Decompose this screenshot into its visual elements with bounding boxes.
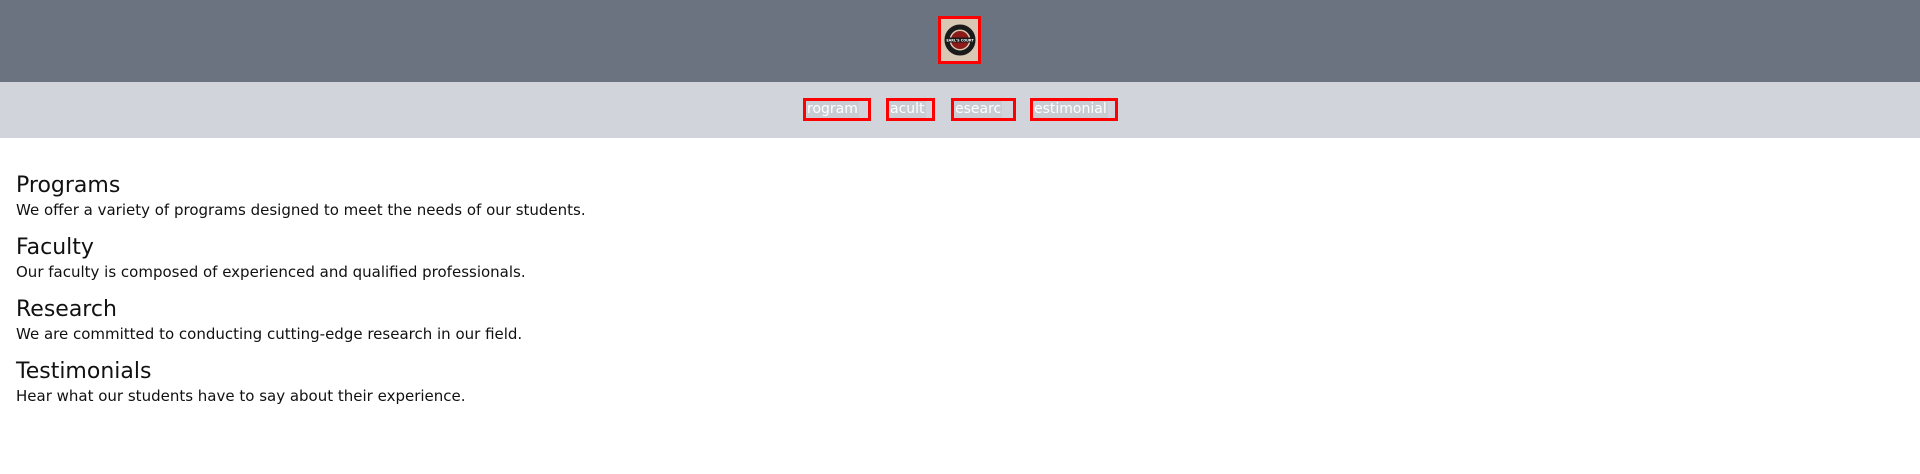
nav-link-programs[interactable]: rogram bbox=[803, 98, 871, 121]
programs-section: Programs We offer a variety of programs … bbox=[16, 172, 1904, 220]
main-content: Programs We offer a variety of programs … bbox=[0, 138, 1920, 406]
logo-text: EARL'S COURT bbox=[946, 39, 974, 43]
faculty-section: Faculty Our faculty is composed of exper… bbox=[16, 234, 1904, 282]
main-nav: rogram acult esearc estimonial bbox=[0, 82, 1920, 138]
section-title: Testimonials bbox=[16, 359, 152, 384]
section-text: Hear what our students have to say about… bbox=[16, 387, 466, 405]
nav-link-research[interactable]: esearc bbox=[951, 98, 1016, 121]
testimonials-section: Testimonials Hear what our students have… bbox=[16, 358, 1904, 406]
section-text: We are committed to conducting cutting-e… bbox=[16, 325, 523, 343]
roundel-logo-icon: EARL'S COURT bbox=[944, 24, 975, 56]
nav-link-testimonials-label: estimonial bbox=[1033, 101, 1108, 118]
nav-link-faculty[interactable]: acult bbox=[886, 98, 935, 121]
logo-link[interactable]: EARL'S COURT bbox=[938, 16, 981, 64]
section-text: We offer a variety of programs designed … bbox=[16, 201, 586, 219]
nav-link-research-label: esearc bbox=[954, 101, 1003, 118]
section-title: Faculty bbox=[16, 235, 94, 260]
nav-link-testimonials[interactable]: estimonial bbox=[1030, 98, 1118, 121]
nav-link-programs-label: rogram bbox=[806, 101, 859, 118]
site-header: EARL'S COURT bbox=[0, 0, 1920, 82]
section-text: Our faculty is composed of experienced a… bbox=[16, 263, 526, 281]
nav-link-faculty-label: acult bbox=[889, 101, 926, 118]
section-title: Research bbox=[16, 297, 117, 322]
research-section: Research We are committed to conducting … bbox=[16, 296, 1904, 344]
section-title: Programs bbox=[16, 173, 121, 198]
